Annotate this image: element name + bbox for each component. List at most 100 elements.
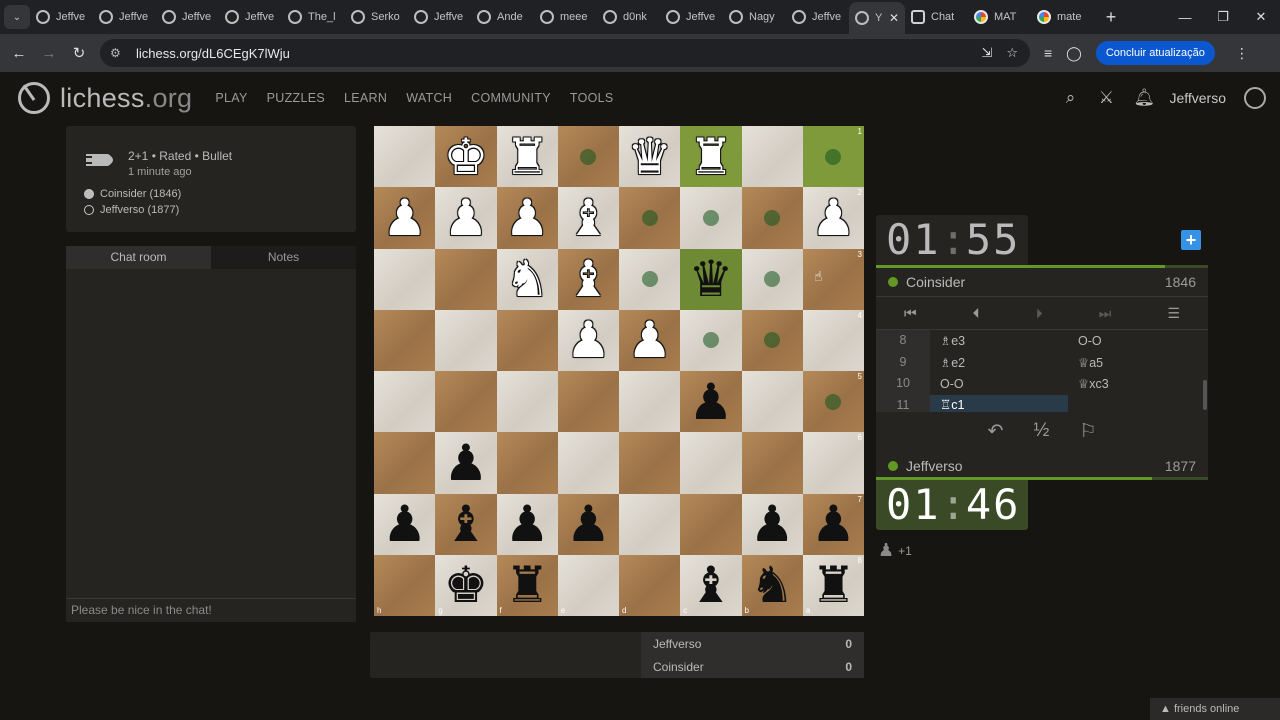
board-square[interactable]: [741, 432, 803, 494]
close-window-icon[interactable]: ✕: [1242, 9, 1280, 25]
avatar-icon[interactable]: [1244, 87, 1266, 109]
board-square[interactable]: [435, 248, 497, 310]
board-square[interactable]: [496, 371, 558, 433]
takeback-icon[interactable]: ↶: [988, 420, 1004, 443]
white-pawn-icon[interactable]: ♟: [505, 193, 550, 243]
opponent-name[interactable]: Coinsider: [906, 274, 965, 290]
board-square[interactable]: [741, 126, 803, 188]
nav-community[interactable]: COMMUNITY: [471, 91, 551, 105]
board-square[interactable]: [741, 309, 803, 371]
board-square[interactable]: ♚ g: [435, 554, 497, 616]
black-move[interactable]: O-O: [1068, 334, 1206, 348]
board-square[interactable]: ♞: [496, 248, 558, 310]
browser-tab[interactable]: Jeffve: [660, 3, 723, 31]
browser-tab[interactable]: Chat: [905, 3, 968, 31]
white-player-name[interactable]: Coinsider (1846): [100, 186, 181, 202]
update-button[interactable]: Concluir atualização: [1095, 41, 1215, 65]
board-square[interactable]: [680, 493, 742, 555]
board-square[interactable]: [741, 371, 803, 433]
bookmark-star-icon[interactable]: ☆: [1006, 45, 1018, 61]
browser-tab[interactable]: Jeffve: [30, 3, 93, 31]
board-square[interactable]: ♟: [435, 432, 497, 494]
board-square[interactable]: ♜: [680, 126, 742, 188]
browser-tab[interactable]: Jeffve: [786, 3, 849, 31]
board-square[interactable]: [557, 371, 619, 433]
black-pawn-icon[interactable]: ♟: [382, 499, 427, 549]
offer-draw-icon[interactable]: ½: [1034, 420, 1050, 442]
white-queen-icon[interactable]: ♛: [627, 132, 672, 182]
board-square[interactable]: [619, 493, 681, 555]
move-destination-dot[interactable]: [764, 271, 781, 288]
board-square[interactable]: ♟: [496, 187, 558, 249]
board-square[interactable]: ♟: [496, 493, 558, 555]
black-player-name[interactable]: Jeffverso (1877): [100, 202, 179, 218]
first-move-icon[interactable]: ⏮: [904, 305, 917, 322]
nav-watch[interactable]: WATCH: [406, 91, 452, 105]
white-king-icon[interactable]: ♚: [443, 132, 488, 182]
profile-icon[interactable]: ◯: [1066, 45, 1082, 62]
browser-tab[interactable]: Jeffve: [408, 3, 471, 31]
player-name[interactable]: Jeffverso: [906, 458, 963, 474]
board-square[interactable]: h: [374, 554, 436, 616]
lichess-logo[interactable]: lichess.org: [18, 82, 192, 114]
tab-notes[interactable]: Notes: [211, 246, 356, 269]
board-square[interactable]: [680, 432, 742, 494]
board-square[interactable]: ♝: [557, 248, 619, 310]
board-square[interactable]: ♜: [496, 126, 558, 188]
browser-tab[interactable]: Jeffve: [156, 3, 219, 31]
board-square[interactable]: 6: [802, 432, 864, 494]
white-bishop-icon[interactable]: ♝: [566, 193, 611, 243]
browser-menu-icon[interactable]: ⋮: [1235, 45, 1249, 62]
prev-move-icon[interactable]: ⏴: [973, 305, 980, 322]
menu-icon[interactable]: ☰: [1167, 305, 1180, 322]
white-move[interactable]: ♗e3: [930, 333, 1068, 348]
black-rook-icon[interactable]: ♜: [811, 560, 856, 610]
black-move[interactable]: ♕a5: [1068, 355, 1206, 370]
player-name-row[interactable]: Jeffverso 1877: [876, 452, 1208, 480]
black-pawn-icon[interactable]: ♟: [443, 438, 488, 488]
browser-tab[interactable]: Ande: [471, 3, 534, 31]
challenge-swords-icon[interactable]: ⚔: [1097, 88, 1115, 108]
white-move[interactable]: O-O: [930, 377, 1068, 391]
board-square[interactable]: [680, 187, 742, 249]
url-text[interactable]: lichess.org/dL6CEgK7lWju: [136, 46, 290, 61]
move-destination-dot[interactable]: [825, 148, 842, 165]
browser-tab[interactable]: Jeffve: [219, 3, 282, 31]
board-square[interactable]: [496, 432, 558, 494]
tab-chat-room[interactable]: Chat room: [66, 246, 211, 269]
opponent-name-row[interactable]: Coinsider 1846: [876, 268, 1208, 296]
browser-tab[interactable]: Serko: [345, 3, 408, 31]
board-square[interactable]: ♟: [619, 309, 681, 371]
move-destination-dot[interactable]: [825, 393, 842, 410]
black-queen-icon[interactable]: ♛: [688, 254, 733, 304]
board-square[interactable]: [435, 309, 497, 371]
back-icon[interactable]: ←: [4, 45, 34, 62]
board-square[interactable]: ♟: [557, 309, 619, 371]
board-square[interactable]: ♜ f: [496, 554, 558, 616]
tab-search-button[interactable]: ⌄: [4, 5, 30, 29]
move-destination-dot[interactable]: [702, 332, 719, 349]
chat-input[interactable]: Please be nice in the chat!: [66, 598, 356, 622]
board-square[interactable]: 5: [802, 371, 864, 433]
give-time-button[interactable]: +: [1181, 230, 1201, 250]
move-destination-dot[interactable]: [580, 148, 597, 165]
search-icon[interactable]: ⌕: [1061, 88, 1079, 108]
white-move[interactable]: ♗e2: [930, 355, 1068, 370]
board-square[interactable]: [374, 371, 436, 433]
board-square[interactable]: [374, 432, 436, 494]
board-square[interactable]: ♚: [435, 126, 497, 188]
black-pawn-icon[interactable]: ♟: [811, 499, 856, 549]
board-square[interactable]: ♝: [435, 493, 497, 555]
board-square[interactable]: ♞ b: [741, 554, 803, 616]
browser-tab[interactable]: meee: [534, 3, 597, 31]
browser-tab[interactable]: MAT: [968, 3, 1031, 31]
board-square[interactable]: ♟ 7: [802, 493, 864, 555]
board-square[interactable]: ♛: [619, 126, 681, 188]
board-square[interactable]: ♟: [374, 187, 436, 249]
black-rook-icon[interactable]: ♜: [505, 560, 550, 610]
black-player[interactable]: Jeffverso (1877): [84, 202, 181, 218]
nav-play[interactable]: PLAY: [215, 91, 247, 105]
black-bishop-icon[interactable]: ♝: [688, 560, 733, 610]
board-square[interactable]: [619, 248, 681, 310]
browser-tab[interactable]: mate: [1031, 3, 1094, 31]
